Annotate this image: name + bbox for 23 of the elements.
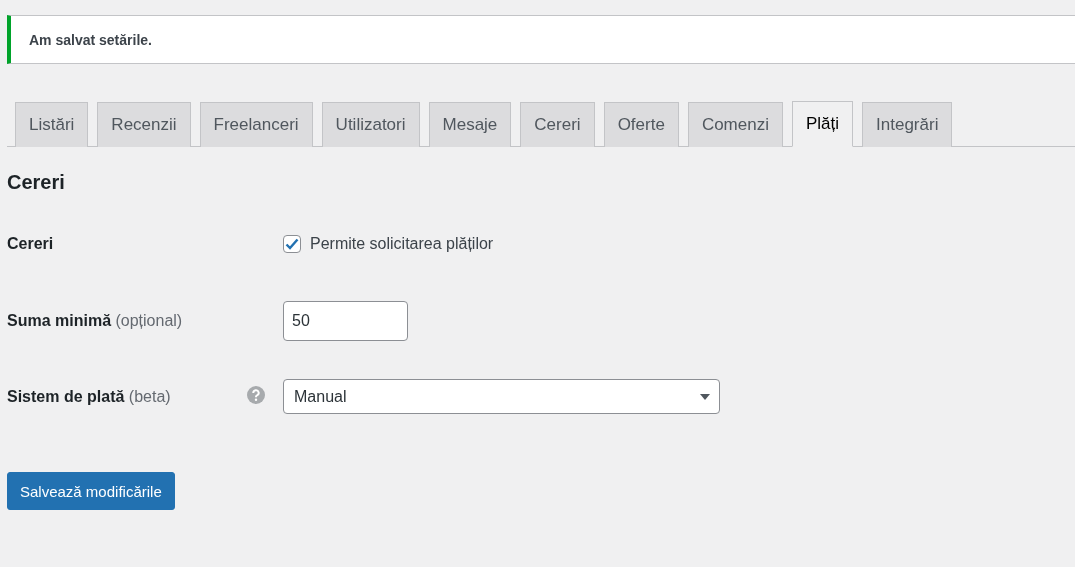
dropdown[interactable]: Manual: [283, 379, 720, 414]
checkbox-label[interactable]: Permite solicitarea plăților: [310, 235, 494, 253]
settings-tab[interactable]: Listări: [15, 102, 89, 147]
settings-tab[interactable]: Oferte: [603, 102, 679, 147]
settings-tab[interactable]: Recenzii: [97, 102, 191, 147]
settings-tab[interactable]: Utilizatori: [321, 102, 420, 147]
settings-tab[interactable]: Cereri: [520, 102, 595, 147]
field-label: Sistem de plată: [7, 387, 125, 405]
caret-icon: [700, 393, 710, 400]
settings-tab[interactable]: Mesaje: [428, 102, 512, 147]
settings-tab[interactable]: Plăți: [791, 101, 854, 147]
field-label: Suma minimă: [7, 312, 112, 329]
amount-field[interactable]: 50: [283, 301, 408, 341]
field-hint: (opțional): [115, 312, 183, 329]
checkbox[interactable]: [283, 235, 301, 253]
field-hint: (beta): [128, 387, 171, 405]
settings-tab[interactable]: Comenzi: [687, 102, 783, 147]
section-heading: Cereri: [7, 171, 66, 194]
notice-message: Am salvat setările.: [29, 31, 152, 48]
field-label: Cereri: [7, 235, 54, 252]
save-button[interactable]: Salvează modificările: [7, 472, 175, 510]
settings-tab[interactable]: Freelanceri: [199, 102, 313, 147]
settings-tab[interactable]: Integrări: [862, 102, 953, 147]
